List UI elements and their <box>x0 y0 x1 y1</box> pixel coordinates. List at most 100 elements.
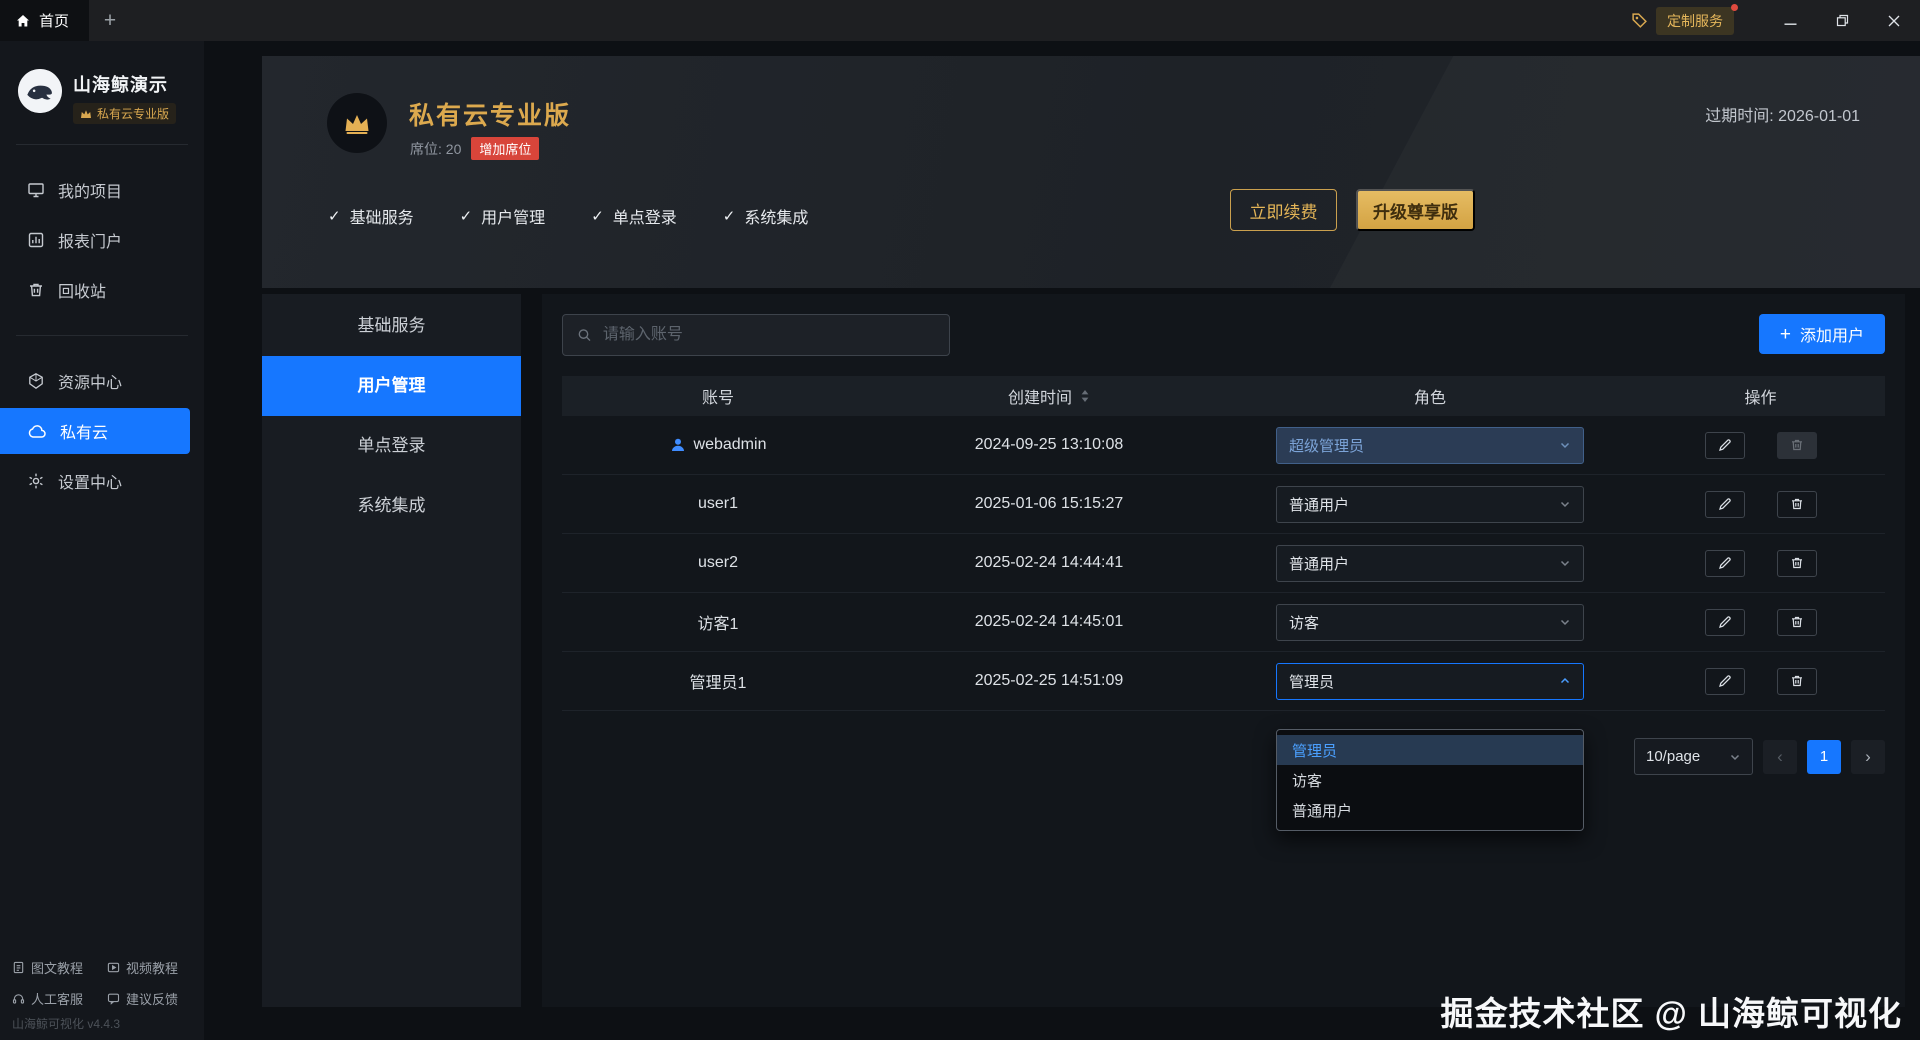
delete-button[interactable] <box>1776 608 1817 636</box>
add-seats-button[interactable]: 增加席位 <box>471 137 540 160</box>
crown-icon <box>81 109 91 118</box>
license-badge: 私有云专业版 <box>73 103 177 124</box>
role-select[interactable]: 普通用户 <box>1276 485 1584 523</box>
check-icon: ✓ <box>591 208 604 225</box>
tag-icon <box>1631 12 1648 29</box>
subnav-item-basic-services[interactable]: 基础服务 <box>262 296 521 356</box>
subnav-item-sso[interactable]: 单点登录 <box>262 416 521 476</box>
check-icon: ✓ <box>722 208 736 225</box>
sidebar-item-my-projects[interactable]: 我的项目 <box>0 165 204 215</box>
link-doc-tutorial[interactable]: 图文教程 <box>12 958 105 977</box>
toolbar: + 添加用户 <box>562 314 1885 356</box>
seats-label: 席位: 20 <box>410 140 462 157</box>
search-box <box>562 314 950 356</box>
video-tutorial-icon <box>107 962 120 973</box>
footer-link-label: 建议反馈 <box>126 992 179 1007</box>
feature-label: 系统集成 <box>744 210 809 227</box>
resource-center-icon <box>29 373 43 389</box>
link-video-tutorial[interactable]: 视频教程 <box>107 958 200 977</box>
plus-icon: + <box>1779 323 1791 345</box>
role-select[interactable]: 普通用户 <box>1276 544 1584 582</box>
feature-item: ✓ 基础服务 <box>328 204 414 228</box>
delete-icon <box>1791 675 1802 687</box>
sidebar-item-resource-center[interactable]: 资源中心 <box>0 356 204 406</box>
feature-list: ✓ 基础服务 ✓ 用户管理 ✓ 单点登录 ✓ 系统集成 <box>328 204 808 228</box>
delete-button[interactable] <box>1776 667 1817 695</box>
sidebar-item-private-cloud[interactable]: 私有云 <box>0 408 190 454</box>
account-cell: webadmin <box>562 436 874 454</box>
check-icon: ✓ <box>328 208 341 225</box>
close-button[interactable] <box>1868 0 1920 41</box>
add-user-label: 添加用户 <box>1799 328 1864 345</box>
custom-service-badge[interactable]: 定制服务 <box>1656 3 1738 35</box>
created-cell: 2025-02-25 14:51:09 <box>974 672 1124 689</box>
upgrade-button[interactable]: 升级尊享版 <box>1356 189 1475 231</box>
account-cell: user1 <box>697 495 739 512</box>
dropdown-option-admin[interactable]: 管理员 <box>1277 735 1583 765</box>
role-select[interactable]: 管理员 <box>1276 662 1584 700</box>
delete-icon <box>1791 498 1802 510</box>
created-cell: 2024-09-25 13:10:08 <box>974 436 1124 453</box>
role-cell: 超级管理员 <box>1224 416 1636 474</box>
minimize-button[interactable] <box>1764 0 1816 41</box>
dropdown-option-guest[interactable]: 访客 <box>1277 765 1583 795</box>
expire-date: 过期时间: 2026-01-01 <box>1705 108 1860 125</box>
prev-page-button[interactable]: ‹ <box>1763 739 1797 774</box>
tab-home[interactable]: 首页 <box>0 0 90 41</box>
actions-cell <box>1636 549 1885 577</box>
main-content: 私有云专业版 席位: 20 增加席位 ✓ 基础服务 ✓ 用户管理 ✓ 单点登录 ✓ 系统… <box>204 41 1920 1040</box>
actions-cell <box>1636 490 1885 518</box>
add-user-button[interactable]: + 添加用户 <box>1758 314 1885 354</box>
role-select[interactable]: 超级管理员 <box>1276 426 1584 464</box>
created-cell: 2025-02-24 14:44:41 <box>974 554 1124 571</box>
account-cell: 管理员1 <box>689 675 747 692</box>
renew-button[interactable]: 立即续费 <box>1230 189 1337 231</box>
custom-service[interactable]: 定制服务 <box>1631 3 1738 35</box>
header-role: 角色 <box>1413 390 1446 407</box>
subnav-item-user-management[interactable]: 用户管理 <box>262 356 521 416</box>
sidebar-item-label: 私有云 <box>60 425 109 442</box>
sidebar-item-recycle-bin[interactable]: 回收站 <box>0 265 204 315</box>
next-page-button[interactable]: › <box>1851 739 1885 774</box>
edit-button[interactable] <box>1704 608 1745 636</box>
whale-logo-icon[interactable] <box>18 69 62 113</box>
new-tab-button[interactable]: + <box>89 9 131 33</box>
app-version: 山海鲸可视化 v4.4.3 <box>12 1017 121 1031</box>
sidebar-item-settings-center[interactable]: 设置中心 <box>0 456 204 506</box>
sidebar-footer: 图文教程 视频教程 人工客服 建议反馈 <box>12 958 200 1008</box>
sidebar-item-report-portal[interactable]: 报表门户 <box>0 215 204 265</box>
link-feedback[interactable]: 建议反馈 <box>107 989 200 1008</box>
dropdown-option-normal-user[interactable]: 普通用户 <box>1277 795 1583 825</box>
header-created[interactable]: 创建时间 <box>874 384 1224 408</box>
search-input[interactable] <box>602 326 935 344</box>
delete-button[interactable] <box>1776 490 1817 518</box>
edit-button[interactable] <box>1704 549 1745 577</box>
crown-icon <box>345 114 369 134</box>
delete-button[interactable] <box>1776 549 1817 577</box>
sidebar-item-label: 回收站 <box>58 284 107 301</box>
edit-button[interactable] <box>1704 490 1745 518</box>
sidebar: 山海鲸演示 私有云专业版 我的项目 报表门户 回收站 资源中心 私有云 设置中心… <box>0 41 204 1040</box>
delete-button[interactable] <box>1776 431 1817 459</box>
user-management-panel: + 添加用户 账号 创建时间 角色 操作 webadmin <box>542 294 1905 1007</box>
report-portal-icon <box>28 232 44 248</box>
projects-icon <box>28 183 44 198</box>
chevron-down-icon <box>1560 442 1570 449</box>
link-support[interactable]: 人工客服 <box>12 989 105 1008</box>
edit-button[interactable] <box>1704 667 1745 695</box>
feature-item: ✓ 单点登录 <box>591 204 677 228</box>
brand-info: 山海鲸演示 私有云专业版 <box>73 69 177 124</box>
edit-button[interactable] <box>1704 431 1745 459</box>
restore-button[interactable] <box>1816 0 1868 41</box>
feature-label: 基础服务 <box>349 210 414 227</box>
page-number-1[interactable]: 1 <box>1807 739 1841 774</box>
recycle-bin-icon <box>30 283 42 297</box>
sidebar-item-label: 资源中心 <box>58 375 123 392</box>
sort-icon <box>1081 390 1089 402</box>
role-select[interactable]: 访客 <box>1276 603 1584 641</box>
created-cell: 2025-02-24 14:45:01 <box>974 613 1124 630</box>
chevron-down-icon <box>1560 619 1570 626</box>
subnav-item-system-integration[interactable]: 系统集成 <box>262 476 521 536</box>
page-size-select[interactable]: 10/page <box>1634 738 1753 775</box>
header-created-label: 创建时间 <box>1007 390 1072 407</box>
